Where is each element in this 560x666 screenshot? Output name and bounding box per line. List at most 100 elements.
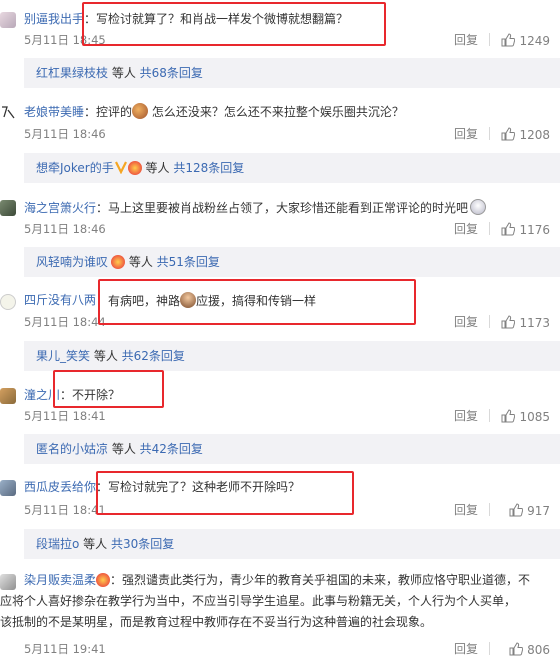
subreply-bar[interactable]: 风轻喃为谁叹 等人 共51条回复 [24,247,560,277]
subreply-bar[interactable]: 段瑞拉o 等人 共30条回复 [24,529,560,559]
avatar[interactable] [0,12,16,28]
comment-timestamp: 5月11日 18:46 [24,222,106,236]
comment-timestamp: 5月11日 18:46 [24,127,106,141]
comment-item: 老娘带美睡：控评的 怎么还没来？怎么还不来拉整个娱乐圈共沉沦？ 5月11日 18… [0,92,560,184]
thumbs-up-icon [501,127,516,141]
member-badge-icon [111,255,126,269]
reply-button[interactable]: 回复 [454,315,478,329]
subreply-count[interactable]: 共62条回复 [122,349,185,363]
like-button[interactable]: 1085 [492,409,550,424]
doge-emoji-icon [132,103,149,119]
like-count: 806 [527,643,550,657]
like-button[interactable]: 1249 [492,33,550,48]
subreply-username[interactable]: 风轻喃为谁叹 [36,255,108,269]
avatar-sketch-icon [2,106,15,119]
like-count: 1176 [519,223,550,237]
crying-emoji-icon [470,199,487,215]
avatar[interactable] [0,294,16,310]
comment-timestamp: 5月11日 18:41 [24,409,106,423]
divider [489,642,490,655]
like-button[interactable]: 1208 [492,127,550,142]
subreply-bar[interactable]: 果儿_笑笑 等人 共62条回复 [24,341,560,371]
subreply-mid-text: 等人 [125,255,157,269]
comment-item: 染月贩卖温柔 ：强烈谴责此类行为，青少年的教育关乎祖国的未来，教师应恪守职业道德，… [0,564,560,666]
like-button[interactable]: 917 [492,503,550,518]
divider [489,409,490,422]
comment-username[interactable]: 海之宫箫火行 [24,201,96,215]
comment-text: ：控评的 [84,105,133,119]
subreply-count[interactable]: 共30条回复 [111,537,174,551]
comment-text-line3: 该抵制的不是某明星，而是教育过程中教师存在不妥当行为这种普遍的社会现象。 [0,615,433,629]
like-button[interactable]: 1173 [492,315,550,330]
highlight-box [96,471,354,515]
highlight-box [98,279,416,325]
comment-line: 老娘带美睡：控评的 怎么还没来？怎么还不来拉整个娱乐圈共沉沦？ [24,103,404,120]
comment-username[interactable]: 染月贩卖温柔 [24,573,96,587]
divider [489,315,490,328]
comment-username[interactable]: 老娘带美睡 [24,105,84,119]
thumbs-up-icon [501,33,516,47]
subreply-count[interactable]: 共42条回复 [140,442,203,456]
subreply-username[interactable]: 果儿_笑笑 [36,349,90,363]
reply-button[interactable]: 回复 [454,642,478,656]
subreply-mid-text: 等人 [141,161,174,175]
subreply-username[interactable]: 匿名的小姑凉 [36,442,108,456]
subreply-mid-text: 等人 [108,442,140,456]
highlight-box [53,370,164,408]
vip-v-icon [114,161,127,174]
reply-button[interactable]: 回复 [454,409,478,423]
subreply-bar[interactable]: 红杠果绿枝枝 等人 共68条回复 [24,58,560,88]
comment-timestamp: 5月11日 18:41 [24,503,106,517]
like-count: 1208 [519,128,550,142]
subreply-count[interactable]: 共68条回复 [140,66,203,80]
comment-line: 四斤没有八两 [24,292,96,308]
subreply-bar[interactable]: 匿名的小姑凉 等人 共42条回复 [24,434,560,464]
thumbs-up-icon [509,642,524,656]
divider [489,33,490,46]
comment-username[interactable]: 四斤没有八两 [24,293,96,307]
highlight-box [82,2,386,46]
subreply-username[interactable]: 红杠果绿枝枝 [36,66,108,80]
comment-timestamp: 5月11日 19:41 [24,642,106,656]
divider [489,222,490,235]
comment-paragraph: 染月贩卖温柔 ：强烈谴责此类行为，青少年的教育关乎祖国的未来，教师应恪守职业道德，… [0,570,544,633]
reply-button[interactable]: 回复 [454,503,478,517]
divider [489,127,490,140]
subreply-username[interactable]: 段瑞拉o [36,537,79,551]
avatar[interactable] [0,574,16,590]
avatar[interactable] [0,480,16,496]
avatar[interactable] [0,388,16,404]
subreply-bar[interactable]: 想牵Joker的手 等人 共128条回复 [24,153,560,183]
member-badge-icon [96,573,111,587]
subreply-mid-text: 等人 [108,66,140,80]
like-count: 1249 [519,34,550,48]
subreply-mid-text: 等人 [79,537,111,551]
avatar[interactable] [0,200,16,216]
thumbs-up-icon [509,503,524,517]
reply-button[interactable]: 回复 [454,222,478,236]
subreply-mid-text: 等人 [90,349,122,363]
reply-button[interactable]: 回复 [454,127,478,141]
comment-username[interactable]: 西瓜皮丢给你 [24,480,96,494]
member-badge-icon [127,161,142,175]
like-count: 1173 [519,316,550,330]
thumbs-up-icon [501,222,516,236]
like-count: 917 [527,504,550,518]
like-count: 1085 [519,410,550,424]
comment-item: 海之宫箫火行：马上这里要被肖战粉丝占领了，大家珍惜还能看到正常评论的时光吧 5月… [0,188,560,278]
subreply-username[interactable]: 想牵Joker的手 [36,161,114,175]
subreply-count[interactable]: 共128条回复 [173,161,244,175]
subreply-count[interactable]: 共51条回复 [157,255,220,269]
thumbs-up-icon [501,315,516,329]
reply-button[interactable]: 回复 [454,33,478,47]
comment-text-continued: 怎么还没来？怎么还不来拉整个娱乐圈共沉沦？ [148,105,404,119]
comment-text: ：马上这里要被肖战粉丝占领了，大家珍惜还能看到正常评论的时光吧 [96,201,469,215]
like-button[interactable]: 1176 [492,222,550,237]
like-button[interactable]: 806 [492,642,550,657]
comment-username[interactable]: 别逼我出手 [24,12,84,26]
divider [489,503,490,516]
comment-text: ：强烈谴责此类行为，青少年的教育关乎祖国的未来，教师应恪守职业道德，不 [110,573,531,587]
avatar[interactable] [0,104,16,120]
thumbs-up-icon [501,409,516,423]
comment-line: 海之宫箫火行：马上这里要被肖战粉丝占领了，大家珍惜还能看到正常评论的时光吧 [24,199,487,216]
